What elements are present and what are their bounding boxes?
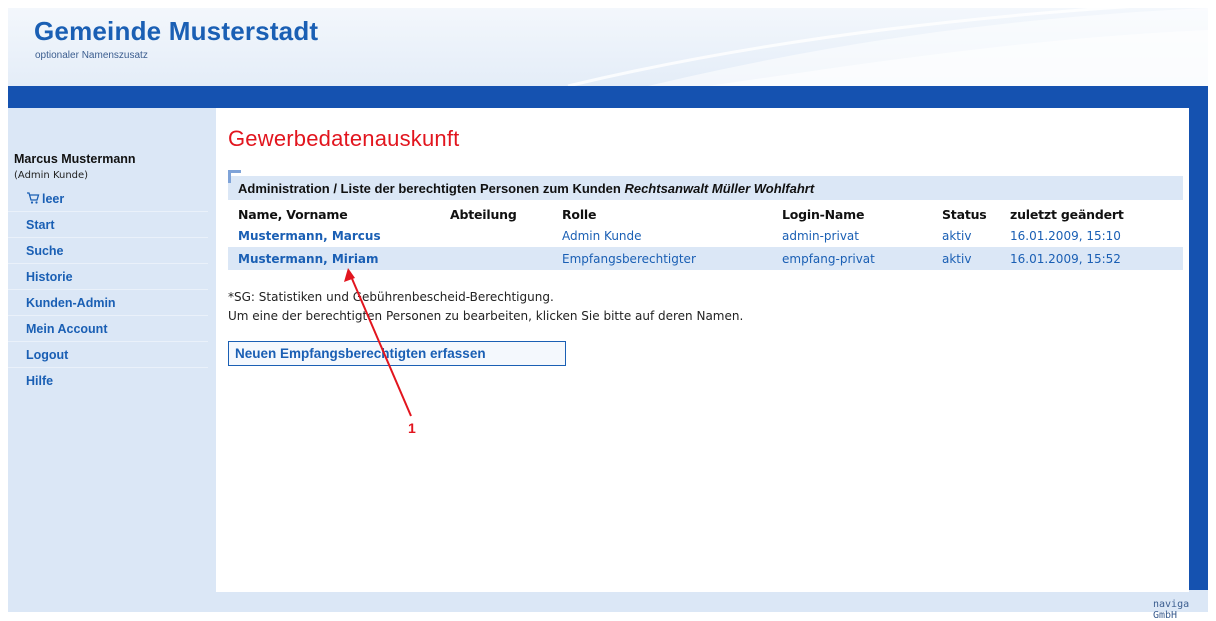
sidebar-item-kunden-admin[interactable]: Kunden-Admin xyxy=(8,290,208,316)
main-content: Gewerbedatenauskunft Administration / Li… xyxy=(216,108,1189,592)
sidebar-item-logout[interactable]: Logout xyxy=(8,342,208,368)
section-title-text: Administration / Liste der berechtigten … xyxy=(238,181,625,196)
table-header-row: Name, Vorname Abteilung Rolle Login-Name… xyxy=(228,204,1183,224)
cart-label: leer xyxy=(42,192,65,206)
header-bar xyxy=(8,86,1208,108)
page-title: Gewerbedatenauskunft xyxy=(228,126,460,151)
shopping-cart-icon xyxy=(27,192,40,204)
cell-login: admin-privat xyxy=(782,228,859,243)
cell-abteilung xyxy=(440,247,552,270)
column-header-login: Login-Name xyxy=(782,206,865,222)
person-link[interactable]: Mustermann, Miriam xyxy=(238,252,379,266)
cell-login: empfang-privat xyxy=(772,247,932,270)
site-subtitle: optionaler Namenszusatz xyxy=(35,50,148,61)
page-frame: Gemeinde Musterstadt optionaler Namenszu… xyxy=(8,8,1208,621)
edit-instruction: Um eine der berechtigten Personen zu bea… xyxy=(228,309,744,323)
cell-rolle: Admin Kunde xyxy=(562,228,642,243)
sidebar-user-name: Marcus Mustermann xyxy=(14,152,136,166)
cell-abteilung xyxy=(440,224,552,247)
section-header: Administration / Liste der berechtigten … xyxy=(228,170,1183,200)
footnote-sg: *SG: Statistiken und Gebührenbescheid-Be… xyxy=(228,290,554,304)
right-decor-strip xyxy=(1189,108,1208,590)
sidebar-item-hilfe[interactable]: Hilfe xyxy=(8,368,208,394)
cell-name: Mustermann, Marcus xyxy=(228,224,440,247)
cell-rolle: Empfangsberechtigter xyxy=(552,247,772,270)
sidebar-item-start[interactable]: Start xyxy=(8,212,208,238)
sidebar: Marcus Mustermann (Admin Kunde) leer Sta… xyxy=(8,108,216,612)
site-title: Gemeinde Musterstadt xyxy=(34,16,319,46)
persons-table: Name, Vorname Abteilung Rolle Login-Name… xyxy=(228,204,1183,270)
footer-credit: naviga GmbH xyxy=(1153,599,1190,621)
site-header: Gemeinde Musterstadt optionaler Namenszu… xyxy=(8,8,1208,86)
sidebar-item-mein-account[interactable]: Mein Account xyxy=(8,316,208,342)
sidebar-item-cart[interactable]: leer xyxy=(8,186,208,212)
cell-status: aktiv xyxy=(942,228,972,243)
sidebar-item-historie[interactable]: Historie xyxy=(8,264,208,290)
cell-changed: 16.01.2009, 15:10 xyxy=(1010,228,1121,243)
section-title-customer: Rechtsanwalt Müller Wohlfahrt xyxy=(624,181,815,196)
sidebar-user-role: (Admin Kunde) xyxy=(14,170,89,181)
column-header-status: Status xyxy=(942,206,987,222)
cell-name: Mustermann, Miriam xyxy=(228,247,440,270)
cell-changed: 16.01.2009, 15:52 xyxy=(1000,247,1183,270)
sidebar-item-suche[interactable]: Suche xyxy=(8,238,208,264)
cell-status: aktiv xyxy=(932,247,1000,270)
section-title: Administration / Liste der berechtigten … xyxy=(238,181,814,196)
person-link[interactable]: Mustermann, Marcus xyxy=(238,229,381,243)
column-header-rolle: Rolle xyxy=(562,206,597,222)
table-row: Mustermann, Marcus Admin Kunde admin-pri… xyxy=(228,224,1183,247)
annotation-label: 1 xyxy=(408,420,416,436)
new-recipient-button[interactable]: Neuen Empfangsberechtigten erfassen xyxy=(228,341,566,366)
column-header-abteilung: Abteilung xyxy=(450,206,517,222)
column-header-changed: zuletzt geändert xyxy=(1010,206,1124,222)
column-header-name: Name, Vorname xyxy=(238,206,348,222)
table-row: Mustermann, Miriam Empfangsberechtigter … xyxy=(228,247,1183,270)
